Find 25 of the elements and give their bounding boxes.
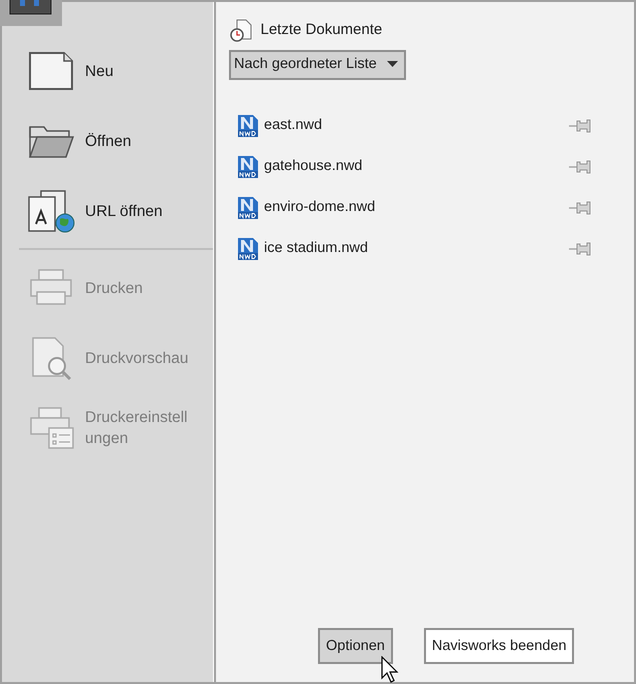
menu-item[interactable]: Neu (2, 36, 213, 106)
dialog-button[interactable]: Optionen (318, 628, 393, 664)
pin-icon[interactable] (569, 118, 591, 133)
file-link[interactable]: east.nwd (264, 114, 322, 137)
nwd-file-icon (238, 114, 258, 137)
caret-icon (386, 61, 398, 68)
nwd-file-icon (238, 196, 258, 219)
file-link[interactable]: ice stadium.nwd (264, 238, 368, 260)
dialog-button[interactable]: Navisworks beenden (424, 628, 574, 664)
file-link[interactable]: gatehouse.nwd (264, 156, 362, 178)
url-document-icon (26, 189, 76, 233)
new-document-icon (26, 49, 76, 93)
sort-dropdown[interactable]: Nach geordneter Liste (229, 50, 406, 80)
section-title: Letzte Dokumente (260, 20, 382, 40)
app-menu-button[interactable] (0, 0, 62, 26)
menu-item[interactable]: Öffnen (2, 106, 213, 176)
nwd-file-icon (238, 156, 258, 178)
recent-documents-icon (229, 18, 253, 42)
mouse-cursor-icon (381, 656, 401, 684)
nwd-file-icon (238, 238, 258, 260)
file-link[interactable]: enviro-dome.nwd (264, 196, 376, 219)
pin-icon[interactable] (569, 242, 591, 256)
pin-icon[interactable] (569, 200, 591, 215)
pin-icon[interactable] (569, 160, 591, 174)
menu-item[interactable]: URL öffnen (2, 176, 213, 246)
